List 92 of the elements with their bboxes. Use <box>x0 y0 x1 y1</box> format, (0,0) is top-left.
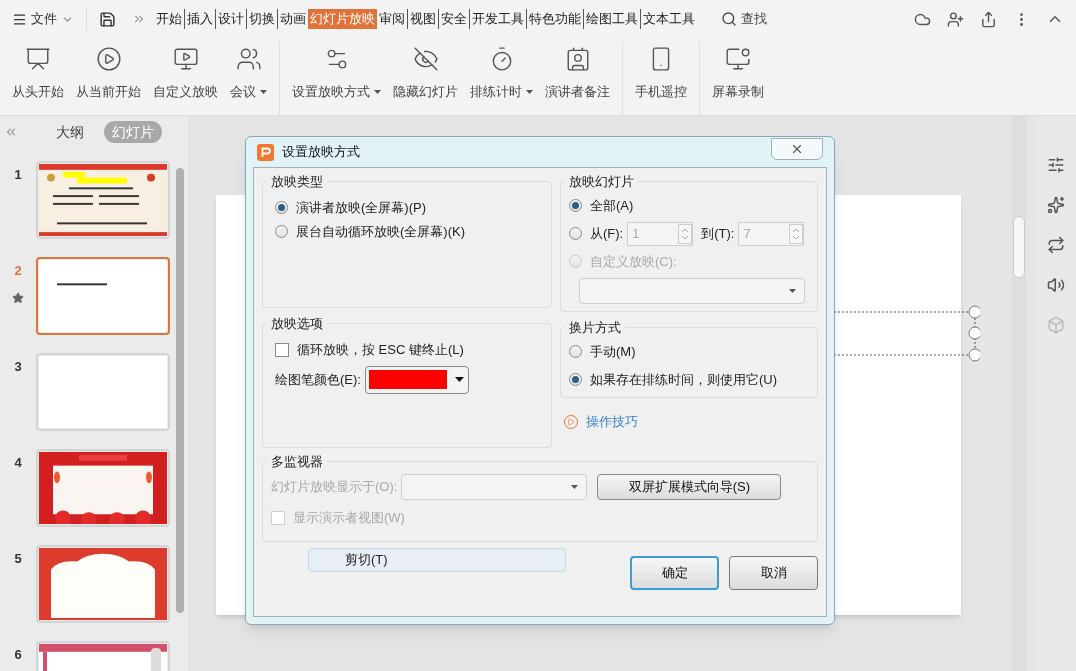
slide-number: 6 <box>14 645 22 664</box>
ribbon-tab[interactable]: 设计 <box>215 9 246 29</box>
star-icon[interactable] <box>1047 196 1065 214</box>
caret-icon <box>526 89 533 94</box>
user-plus-icon[interactable] <box>947 10 964 28</box>
tips-link[interactable]: 操作技巧 <box>586 412 638 432</box>
caret-icon <box>571 484 579 489</box>
ribbon-tab[interactable]: 安全 <box>438 9 469 29</box>
slide-number: 4 <box>14 453 22 472</box>
ribbon-button[interactable]: 会议 <box>226 42 271 102</box>
ribbon-tab[interactable]: 开发工具 <box>469 9 526 29</box>
radio-button[interactable] <box>569 199 582 212</box>
field-value: 7 <box>743 224 751 243</box>
field-value: 1 <box>632 224 640 243</box>
radio-label: 手动(M) <box>590 342 636 361</box>
more-icon[interactable] <box>132 12 146 26</box>
caret-icon <box>454 377 464 382</box>
spinner-icon <box>789 223 804 244</box>
ribbon-tab[interactable]: 审阅 <box>377 9 407 29</box>
play-icon <box>95 46 122 72</box>
ribbon-button[interactable]: 设置放映方式 <box>288 42 385 102</box>
speaker-icon[interactable] <box>1047 276 1065 294</box>
ribbon-button[interactable]: 排练计时 <box>466 42 537 102</box>
ribbon-tab[interactable]: 开始 <box>154 9 184 29</box>
field-label: 幻灯片放映显示于(O): <box>271 477 398 496</box>
caret-icon <box>374 89 381 94</box>
slide-number: 1 <box>14 165 22 184</box>
ribbon-tab[interactable]: 视图 <box>407 9 438 29</box>
ribbon-tab[interactable]: 切换 <box>246 9 277 29</box>
ribbon-button[interactable]: 隐藏幻灯片 <box>389 42 462 102</box>
sliders-icon[interactable] <box>1047 156 1065 174</box>
ribbon-button[interactable]: 从当前开始 <box>72 42 145 102</box>
radio-button[interactable] <box>569 345 582 358</box>
spinner-icon <box>678 223 693 244</box>
group-title: 放映幻灯片 <box>568 173 635 191</box>
group-title: 放映选项 <box>270 315 324 333</box>
share-icon[interactable] <box>980 10 997 28</box>
radio-button[interactable] <box>569 373 582 386</box>
swap-icon[interactable] <box>1047 236 1065 254</box>
dialog-button[interactable]: 确定 <box>630 556 719 590</box>
ribbon-button[interactable]: 屏幕录制 <box>708 42 768 102</box>
radio-label: 如果存在排练时间，则使用它(U) <box>590 370 778 389</box>
radio-button[interactable] <box>569 227 582 240</box>
monitor-icon <box>725 46 751 72</box>
radio-button[interactable] <box>275 201 288 214</box>
group-title: 多监视器 <box>270 453 324 471</box>
projector-icon <box>25 46 51 72</box>
search-button[interactable]: 查找 <box>721 9 767 29</box>
field-label: 绘图笔颜色(E): <box>275 370 361 389</box>
ribbon-tab[interactable]: 插入 <box>184 9 215 29</box>
ribbon-tab[interactable]: 绘图工具 <box>583 9 640 29</box>
color-dropdown[interactable] <box>364 365 469 394</box>
radio-label: 从(F): <box>590 224 624 243</box>
slide-number: 2 <box>14 261 22 280</box>
ribbon-tab[interactable]: 特色功能 <box>526 9 583 29</box>
ribbon-button[interactable]: 演讲者备注 <box>541 42 614 102</box>
ribbon-button[interactable]: 自定义放映 <box>149 42 222 102</box>
slide-number: 5 <box>14 549 22 568</box>
caret-icon <box>260 89 267 94</box>
ribbon-tab[interactable]: 文本工具 <box>640 9 697 29</box>
close-icon <box>790 142 804 156</box>
ribbon-button[interactable]: 从头开始 <box>8 42 68 102</box>
dialog-title: 设置放映方式 <box>282 143 360 162</box>
checkbox[interactable] <box>275 342 289 357</box>
caret-icon <box>789 288 796 293</box>
eye-off-icon <box>412 46 439 72</box>
slideshow-icon <box>172 46 199 72</box>
checkbox-label: 循环放映，按 ESC 键终止(L) <box>297 340 464 359</box>
close-button[interactable] <box>771 138 823 160</box>
dialog-button[interactable]: 取消 <box>729 556 818 590</box>
radio-button[interactable] <box>275 225 288 238</box>
field-label: 到(T): <box>701 224 735 243</box>
radio-label: 自定义放映(C): <box>590 252 677 271</box>
group-title: 放映类型 <box>270 173 324 191</box>
checkbox-label: 显示演示者视图(W) <box>293 508 405 527</box>
radio-label: 全部(A) <box>590 196 634 215</box>
save-icon[interactable] <box>99 10 116 28</box>
app-logo-icon <box>257 143 274 161</box>
file-menu[interactable]: 文件 <box>12 9 74 29</box>
panel-tab[interactable]: 大纲 <box>48 121 92 144</box>
group-title: 换片方式 <box>568 319 622 337</box>
menu-item[interactable]: 剪切(T) <box>308 548 566 572</box>
menu-icon <box>12 11 27 27</box>
people-icon <box>235 46 262 72</box>
dropdown-field[interactable] <box>401 473 588 500</box>
search-icon <box>721 11 737 27</box>
radio-label: 展台自动循环放映(全屏幕)(K) <box>296 222 465 241</box>
ribbon-button[interactable]: 手机遥控 <box>631 42 691 102</box>
scrollbar-thumb[interactable] <box>176 168 184 613</box>
radio-label: 演讲者放映(全屏幕)(P) <box>296 198 426 217</box>
scrollbar-thumb[interactable] <box>1013 216 1025 278</box>
slide-number: 3 <box>14 357 22 376</box>
